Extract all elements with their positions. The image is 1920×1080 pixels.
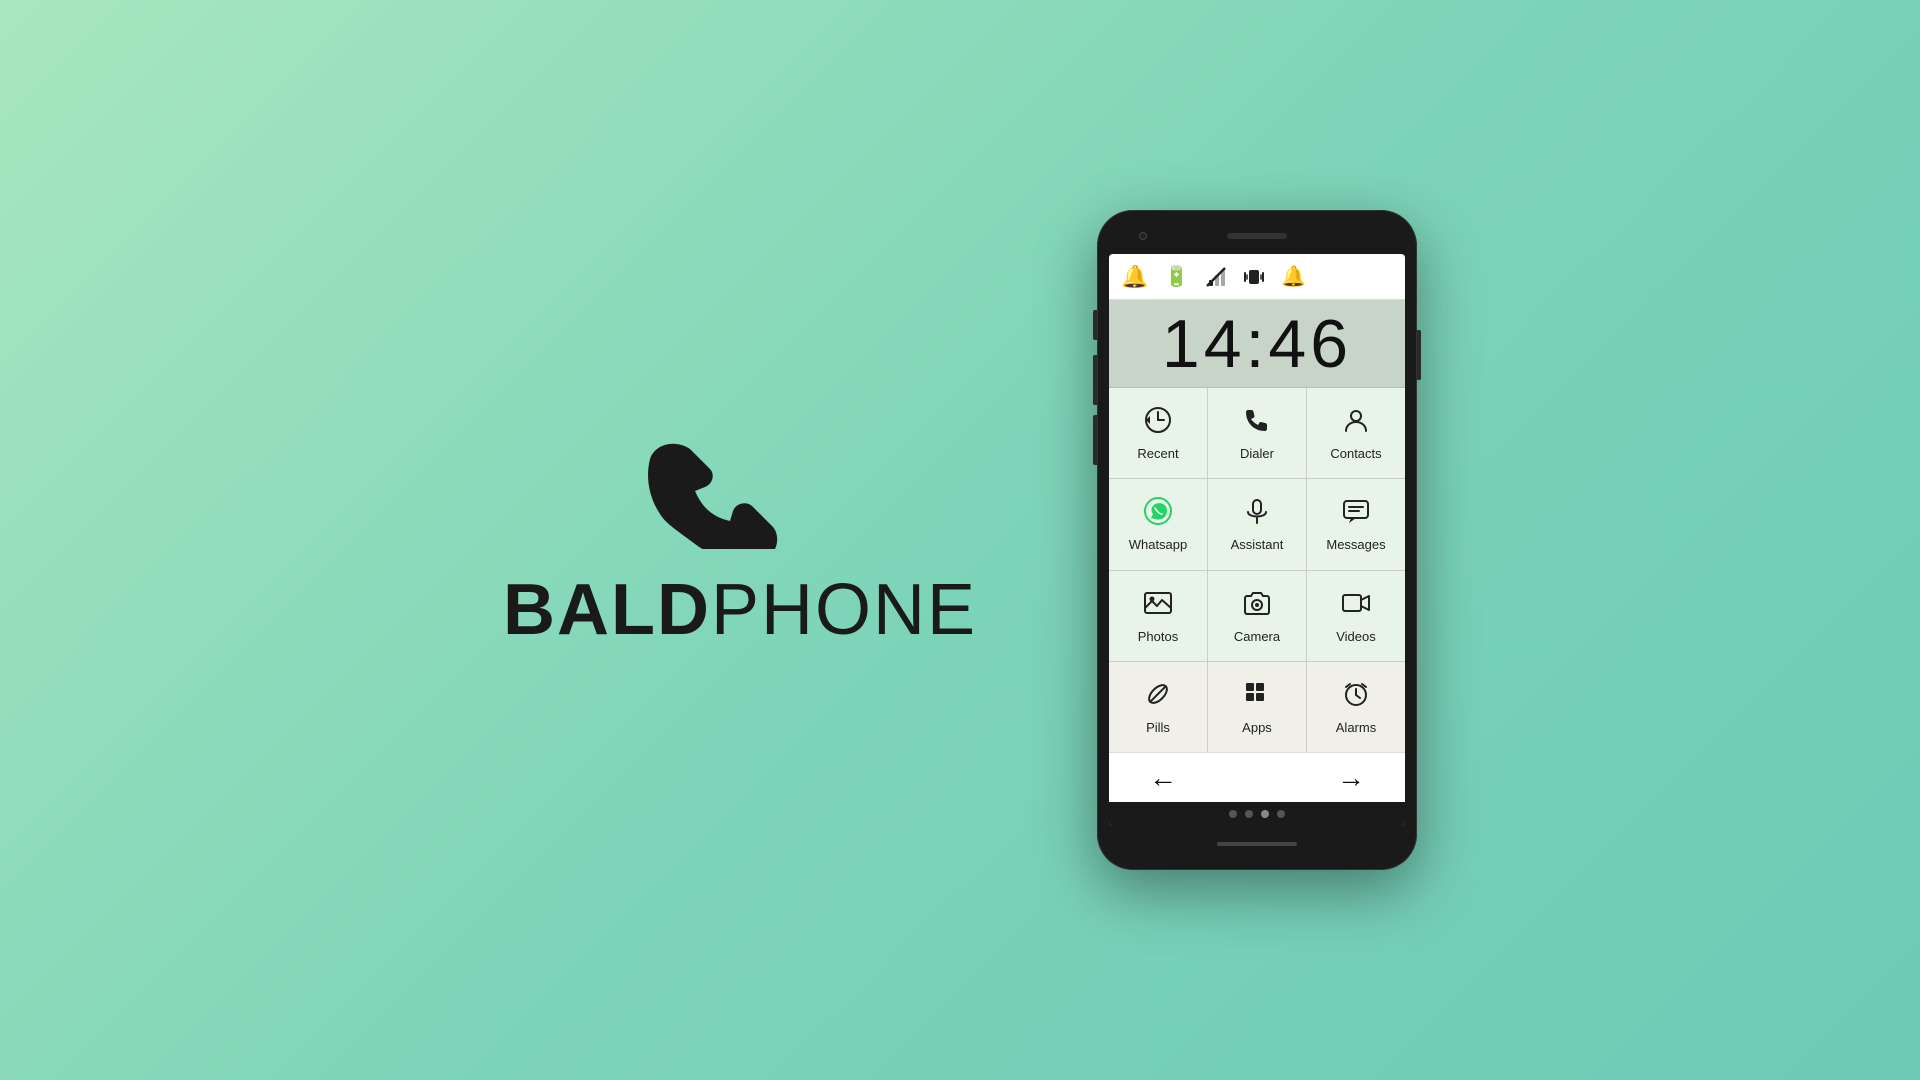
dialer-label: Dialer — [1240, 446, 1274, 461]
photos-label: Photos — [1138, 629, 1178, 644]
alarm-alert-icon: 🔔 — [1121, 264, 1148, 290]
forward-button[interactable]: → — [1337, 762, 1365, 794]
app-grid: Recent Dialer — [1109, 388, 1405, 752]
phone-screen: 🔔 🔋 — [1109, 254, 1405, 826]
dialer-app-button[interactable]: Dialer — [1208, 388, 1306, 478]
earpiece-speaker — [1227, 233, 1287, 239]
whatsapp-app-button[interactable]: Whatsapp — [1109, 479, 1207, 569]
messages-icon — [1341, 496, 1371, 533]
logo-text: BALD PHONE — [503, 569, 977, 651]
videos-icon — [1341, 588, 1371, 625]
pills-app-button[interactable]: Pills — [1109, 662, 1207, 752]
dot-3-active — [1261, 810, 1269, 818]
phone-wrapper: 🔔 🔋 — [1097, 210, 1417, 870]
dot-4 — [1277, 810, 1285, 818]
dot-1 — [1229, 810, 1237, 818]
whatsapp-icon — [1143, 496, 1173, 533]
phone-top-bar — [1109, 222, 1405, 250]
no-signal-icon — [1205, 266, 1227, 288]
apps-grid-icon — [1242, 679, 1272, 716]
camera-icon — [1242, 588, 1272, 625]
phone-bottom-bar — [1109, 830, 1405, 858]
page-dots — [1109, 802, 1405, 826]
whatsapp-label: Whatsapp — [1129, 537, 1188, 552]
phone-device: 🔔 🔋 — [1097, 210, 1417, 870]
dot-2 — [1245, 810, 1253, 818]
front-camera — [1139, 232, 1147, 240]
power-button[interactable] — [1417, 330, 1421, 380]
app-row-2: Whatsapp Assistant — [1109, 479, 1405, 569]
vibrate-icon — [1243, 266, 1265, 288]
videos-app-button[interactable]: Videos — [1307, 571, 1405, 661]
messages-app-button[interactable]: Messages — [1307, 479, 1405, 569]
camera-label: Camera — [1234, 629, 1280, 644]
contacts-label: Contacts — [1330, 446, 1381, 461]
videos-label: Videos — [1336, 629, 1376, 644]
recent-icon — [1143, 405, 1173, 442]
recent-app-button[interactable]: Recent — [1109, 388, 1207, 478]
logo-regular: PHONE — [711, 569, 977, 651]
messages-label: Messages — [1326, 537, 1385, 552]
app-row-3: Photos Camera — [1109, 571, 1405, 661]
volume-down-button[interactable] — [1093, 355, 1097, 405]
battery-icon: 🔋 — [1164, 264, 1189, 289]
contacts-icon — [1341, 405, 1371, 442]
logo-bold: BALD — [503, 569, 711, 651]
contacts-app-button[interactable]: Contacts — [1307, 388, 1405, 478]
pills-icon — [1143, 679, 1173, 716]
logo-section: BALD PHONE — [503, 429, 977, 651]
back-button[interactable]: ← — [1149, 762, 1177, 794]
assistant-icon — [1242, 496, 1272, 533]
time-display: 14:46 — [1109, 300, 1405, 388]
apps-label: Apps — [1242, 720, 1272, 735]
clock-time: 14:46 — [1162, 305, 1352, 383]
recent-label: Recent — [1137, 446, 1178, 461]
extra-button[interactable] — [1093, 415, 1097, 465]
home-bar — [1217, 842, 1297, 846]
volume-up-button[interactable] — [1093, 310, 1097, 340]
camera-app-button[interactable]: Camera — [1208, 571, 1306, 661]
assistant-app-button[interactable]: Assistant — [1208, 479, 1306, 569]
app-row-1: Recent Dialer — [1109, 388, 1405, 478]
main-container: BALD PHONE 🔔 🔋 — [0, 0, 1920, 1080]
alarms-app-button[interactable]: Alarms — [1307, 662, 1405, 752]
photos-icon — [1143, 588, 1173, 625]
phone-handset-icon — [630, 429, 850, 549]
photos-app-button[interactable]: Photos — [1109, 571, 1207, 661]
alarms-icon — [1341, 679, 1371, 716]
apps-app-button[interactable]: Apps — [1208, 662, 1306, 752]
dialer-icon — [1242, 405, 1272, 442]
pills-label: Pills — [1146, 720, 1170, 735]
status-bar: 🔔 🔋 — [1109, 254, 1405, 300]
alarms-label: Alarms — [1336, 720, 1376, 735]
assistant-label: Assistant — [1231, 537, 1284, 552]
notification-bell-icon: 🔔 — [1281, 264, 1306, 289]
nav-bar: ← → — [1109, 752, 1405, 802]
app-row-4: Pills Apps — [1109, 662, 1405, 752]
